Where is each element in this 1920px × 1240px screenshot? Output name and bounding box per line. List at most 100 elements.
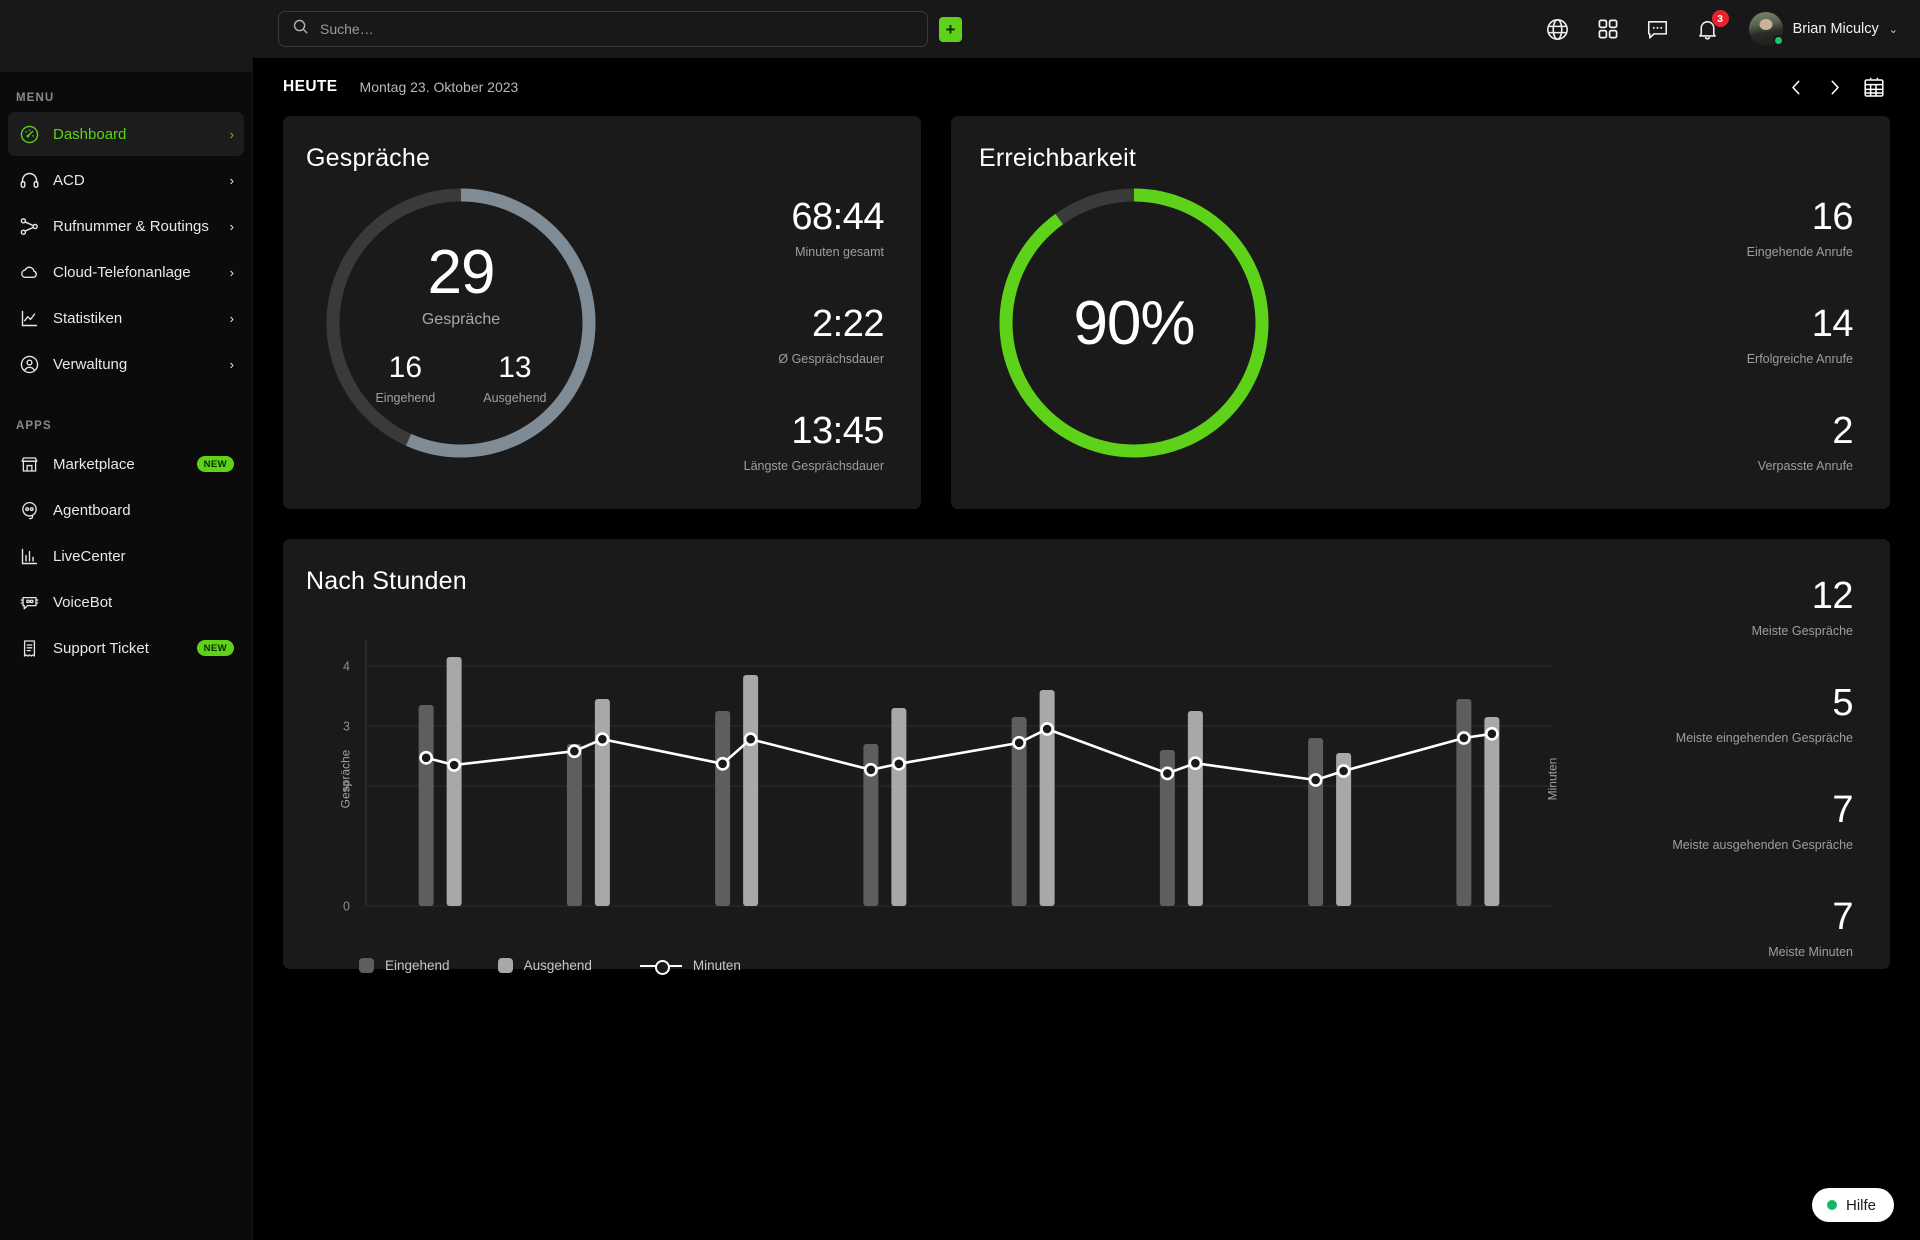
- search-icon: [291, 17, 310, 41]
- stat-item: 13:45 Längste Gesprächsdauer: [743, 410, 885, 473]
- sidebar-item-voicebot[interactable]: VoiceBot: [8, 580, 244, 624]
- card-erreichbarkeit: Erreichbarkeit 90% 16 Eingehende Anrufe …: [951, 116, 1890, 509]
- chevron-right-icon[interactable]: [1824, 77, 1845, 98]
- sidebar-item-verwaltung[interactable]: Verwaltung ›: [8, 342, 244, 386]
- stat-value: 16: [1811, 196, 1854, 238]
- status-badge: NEW: [196, 640, 234, 656]
- chevron-right-icon: ›: [229, 310, 234, 326]
- chevron-right-icon: ›: [229, 172, 234, 188]
- chevron-down-icon: ⌄: [1888, 23, 1898, 36]
- stat-label: Minuten gesamt: [795, 245, 884, 259]
- apps-section-header: APPS: [0, 388, 252, 442]
- sidebar-item-label: Statistiken: [53, 309, 123, 327]
- legend-label: Minuten: [692, 958, 741, 973]
- sidebar-item-dashboard[interactable]: Dashboard ›: [8, 112, 244, 156]
- sidebar-item-label: Support Ticket: [53, 639, 149, 657]
- online-status-dot-icon: [1772, 35, 1784, 46]
- card-gespraeche: Gespräche 29 Gespräche 16 Eingehend 13 A…: [283, 116, 921, 509]
- status-dot-icon: [1826, 1200, 1837, 1210]
- sidebar-item-label: ACD: [53, 171, 85, 189]
- help-button-label: Hilfe: [1845, 1196, 1876, 1214]
- search-input[interactable]: [320, 21, 915, 37]
- ticket-document-icon: [18, 637, 40, 659]
- chart-legend: Eingehend Ausgehend Minuten: [306, 958, 1576, 975]
- main-area: +: [0, 0, 1920, 1240]
- search-box[interactable]: [278, 11, 928, 47]
- sidebar-item-label: LiveCenter: [53, 547, 126, 565]
- chart-svg: 0234: [343, 640, 1552, 914]
- notification-count-badge: 3: [1711, 10, 1729, 27]
- stat-label: Verpasste Anrufe: [1757, 459, 1853, 473]
- stat-label: Meiste Minuten: [1768, 945, 1853, 959]
- content: HEUTE Montag 23. Oktober 2023 Gespräche …: [253, 58, 1920, 1240]
- calendar-icon[interactable]: [1862, 75, 1886, 99]
- avatar: [1748, 12, 1784, 46]
- nach-stunden-chart: Gespräche Minuten 0234: [306, 634, 1576, 924]
- stat-label: Längste Gesprächsdauer: [743, 459, 884, 473]
- gespraeche-donut-chart: 29 Gespräche 16 Eingehend 13 Ausgehend: [306, 168, 616, 478]
- stat-item: 7 Meiste ausgehenden Gespräche: [1672, 791, 1853, 852]
- stat-item: 16 Eingehende Anrufe: [1747, 196, 1854, 259]
- sidebar-item-marketplace[interactable]: Marketplace NEW: [8, 442, 244, 486]
- menu-section-label: MENU: [16, 92, 55, 104]
- stat-value: 14: [1811, 303, 1854, 345]
- sidebar-item-support-ticket[interactable]: Support Ticket NEW: [8, 626, 244, 670]
- chevron-left-icon[interactable]: [1786, 77, 1807, 98]
- sidebar-item-statistiken[interactable]: Statistiken ›: [8, 296, 244, 340]
- globe-icon[interactable]: [1545, 16, 1571, 42]
- user-menu[interactable]: Brian Miculcy ⌄: [1748, 12, 1898, 46]
- chevron-right-icon: ›: [229, 356, 234, 372]
- stat-value: 12: [1811, 575, 1854, 617]
- stat-value: 13:45: [791, 410, 884, 452]
- agent-headset-icon: [18, 499, 40, 521]
- chat-bubble-icon[interactable]: [1645, 16, 1671, 42]
- app-root: CallOne MENU Dashboard ›: [0, 0, 1920, 1240]
- headset-icon: [18, 169, 40, 191]
- bell-icon[interactable]: 3: [1695, 10, 1729, 42]
- sidebar-item-label: Agentboard: [53, 501, 131, 519]
- topbar-actions: 3 Brian Miculcy ⌄: [1545, 10, 1920, 46]
- sidebar-item-acd[interactable]: ACD ›: [8, 158, 244, 202]
- stat-label: Meiste Gespräche: [1751, 624, 1853, 638]
- user-circle-icon: [18, 353, 40, 375]
- stat-label: Meiste eingehenden Gespräche: [1675, 731, 1853, 745]
- sidebar-item-livecenter[interactable]: LiveCenter: [8, 534, 244, 578]
- stat-value: 7: [1832, 789, 1853, 831]
- legend-item-minuten[interactable]: Minuten: [640, 958, 741, 975]
- apps-section-label: APPS: [16, 420, 52, 432]
- sidebar-item-cloud-telefonanlage[interactable]: Cloud-Telefonanlage ›: [8, 250, 244, 294]
- apps-nav: Marketplace NEW Agentboard LiveCenter Vo…: [0, 442, 252, 670]
- sidebar-item-label: Verwaltung: [53, 355, 128, 373]
- legend-line-marker-icon: [640, 959, 682, 975]
- erreichbarkeit-body: 90% 16 Eingehende Anrufe 14 Erfolgreiche…: [979, 173, 1890, 503]
- storefront-icon: [18, 453, 40, 475]
- sidebar: CallOne MENU Dashboard ›: [0, 0, 253, 1240]
- add-button[interactable]: +: [939, 16, 962, 42]
- grid-apps-icon[interactable]: [1595, 16, 1621, 42]
- svg-text:4: 4: [343, 660, 350, 674]
- stat-value: 2: [1832, 410, 1853, 452]
- help-button[interactable]: Hilfe: [1811, 1188, 1894, 1222]
- search-area: +: [278, 11, 962, 47]
- sidebar-item-agentboard[interactable]: Agentboard: [8, 488, 244, 532]
- chevron-right-icon: ›: [229, 264, 234, 280]
- topbar: +: [0, 0, 1920, 58]
- stat-item: 14 Erfolgreiche Anrufe: [1747, 303, 1854, 366]
- sidebar-item-rufnummer-routings[interactable]: Rufnummer & Routings ›: [8, 204, 244, 248]
- legend-label: Eingehend: [385, 958, 450, 973]
- nach-stunden-stats: 12 Meiste Gespräche 5 Meiste eingehenden…: [1672, 567, 1890, 969]
- legend-item-ausgehend[interactable]: Ausgehend: [497, 958, 592, 973]
- sidebar-item-label: VoiceBot: [53, 593, 113, 611]
- sidebar-item-label: Dashboard: [53, 125, 127, 143]
- menu-section-header: MENU: [0, 72, 252, 112]
- chevron-right-icon: ›: [229, 218, 234, 234]
- card-title: Nach Stunden: [306, 567, 467, 595]
- gespraeche-body: 29 Gespräche 16 Eingehend 13 Ausgehend 6…: [306, 173, 921, 503]
- stat-value: 68:44: [791, 196, 884, 238]
- user-name: Brian Miculcy: [1792, 21, 1879, 37]
- legend-item-eingehend[interactable]: Eingehend: [359, 958, 450, 973]
- y2-axis-title: Minuten: [1545, 757, 1560, 801]
- bar-chart-icon: [18, 545, 40, 567]
- dashboard-gauge-icon: [18, 123, 40, 145]
- routing-nodes-icon: [18, 215, 40, 237]
